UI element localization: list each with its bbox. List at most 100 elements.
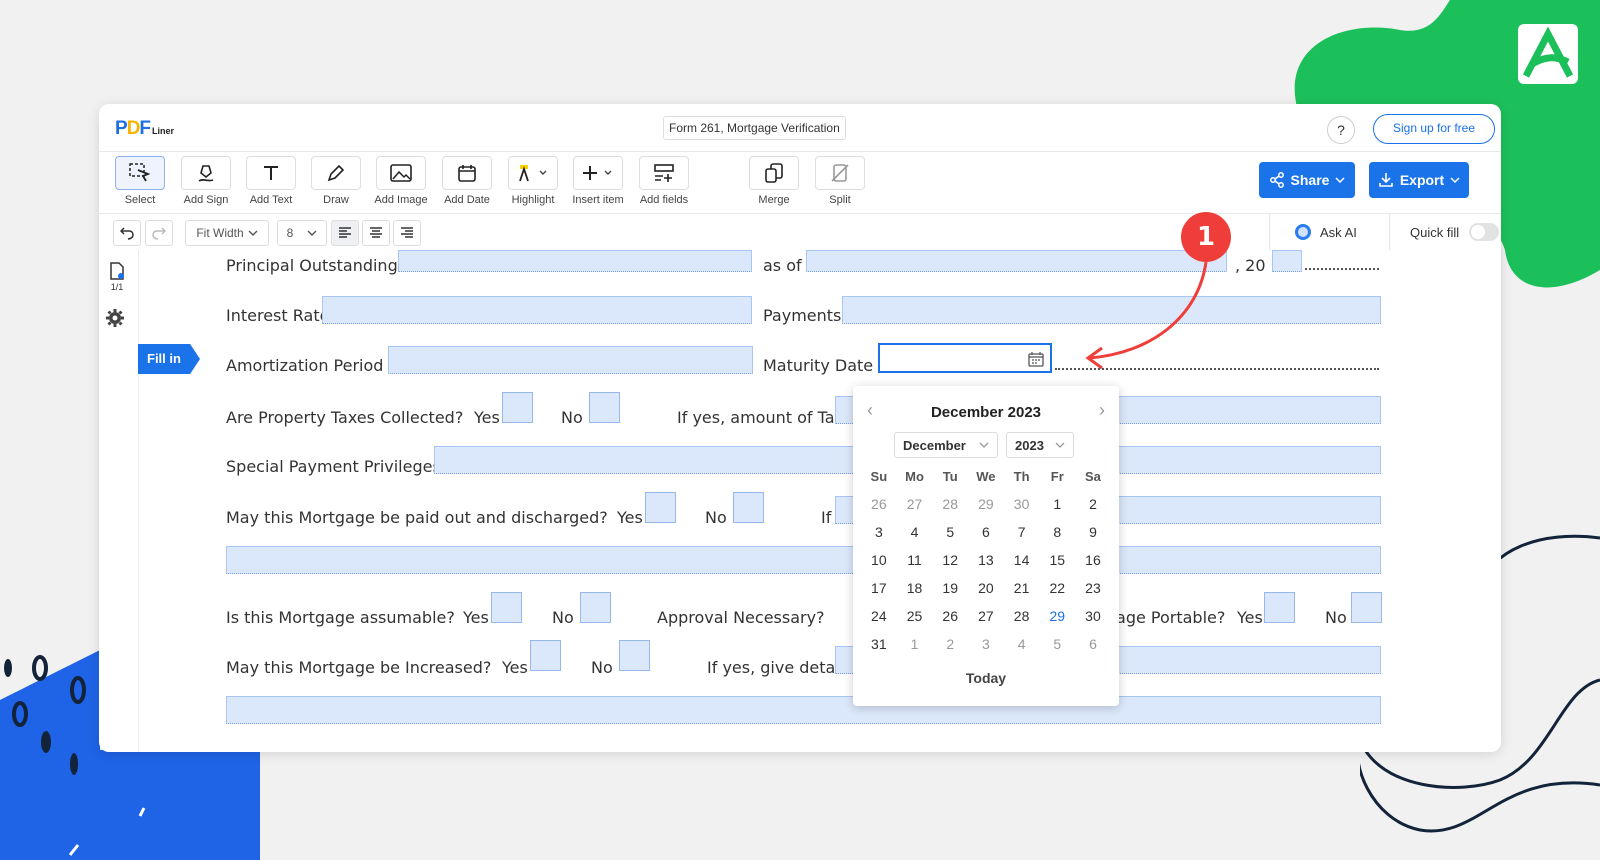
discharge-no-label: No: [705, 508, 727, 527]
align-center-button[interactable]: [362, 220, 390, 246]
calendar-day[interactable]: 3: [861, 518, 897, 546]
calendar-day[interactable]: 12: [932, 546, 968, 574]
tool-add-sign[interactable]: Add Sign: [179, 156, 233, 206]
tool-split[interactable]: Split: [813, 156, 867, 206]
assumable-no-checkbox[interactable]: [580, 592, 611, 623]
year-select[interactable]: 2023: [1006, 432, 1074, 458]
calendar-day[interactable]: 3: [968, 630, 1004, 658]
calendar-day[interactable]: 5: [1039, 630, 1075, 658]
calendar-day[interactable]: 23: [1075, 574, 1111, 602]
amortization-field[interactable]: [388, 346, 753, 374]
calendar-day[interactable]: 29: [968, 490, 1004, 518]
calendar-day[interactable]: 2: [1075, 490, 1111, 518]
calendar-day[interactable]: 21: [1004, 574, 1040, 602]
align-left-icon: [339, 227, 351, 238]
calendar-day[interactable]: 15: [1039, 546, 1075, 574]
interest-rate-field[interactable]: [322, 296, 752, 324]
portable-yes-checkbox[interactable]: [1264, 592, 1295, 623]
gear-icon[interactable]: [105, 308, 125, 328]
calendar-icon[interactable]: [1028, 351, 1044, 367]
pages-panel-button[interactable]: 1/1: [107, 262, 127, 292]
calendar-day[interactable]: 25: [897, 602, 933, 630]
calendar-day[interactable]: 28: [932, 490, 968, 518]
calendar-day[interactable]: 27: [897, 490, 933, 518]
calendar-day[interactable]: 4: [897, 518, 933, 546]
ask-ai-button[interactable]: Ask AI: [1269, 214, 1389, 250]
document-title[interactable]: Form 261, Mortgage Verification: [663, 116, 846, 140]
calendar-day[interactable]: 30: [1004, 490, 1040, 518]
calendar-day[interactable]: 28: [1004, 602, 1040, 630]
calendar-day[interactable]: 2: [932, 630, 968, 658]
calendar-day[interactable]: 31: [861, 630, 897, 658]
pdfliner-logo[interactable]: PDF Liner: [115, 118, 174, 140]
tool-merge[interactable]: Merge: [747, 156, 801, 206]
export-button[interactable]: Export: [1369, 162, 1469, 198]
portable-yes-label: Yes: [1237, 608, 1263, 627]
calendar-day[interactable]: 24: [861, 602, 897, 630]
quick-fill-toggle[interactable]: [1469, 223, 1500, 241]
chevron-down-icon: [248, 230, 258, 236]
calendar-day[interactable]: 17: [861, 574, 897, 602]
taxes-no-checkbox[interactable]: [589, 392, 620, 423]
calendar-day[interactable]: 5: [932, 518, 968, 546]
tool-select[interactable]: Select: [113, 156, 167, 206]
share-button[interactable]: Share: [1259, 162, 1355, 198]
calendar-day[interactable]: 22: [1039, 574, 1075, 602]
taxes-yes-checkbox[interactable]: [502, 392, 533, 423]
redo-button[interactable]: [145, 220, 173, 246]
calendar-day[interactable]: 18: [897, 574, 933, 602]
font-size-select[interactable]: 8: [277, 220, 327, 246]
discharge-yes-checkbox[interactable]: [645, 492, 676, 523]
calendar-day[interactable]: 19: [932, 574, 968, 602]
calendar-day[interactable]: 4: [1004, 630, 1040, 658]
calendar-day[interactable]: 9: [1075, 518, 1111, 546]
calendar-day[interactable]: 30: [1075, 602, 1111, 630]
discharge-no-checkbox[interactable]: [733, 492, 764, 523]
align-right-button[interactable]: [393, 220, 421, 246]
calendar-day[interactable]: 26: [932, 602, 968, 630]
increase-details-field-2[interactable]: [226, 696, 1381, 724]
calendar-day[interactable]: 8: [1039, 518, 1075, 546]
portable-no-checkbox[interactable]: [1351, 592, 1382, 623]
tool-add-fields[interactable]: Add fields: [637, 156, 691, 206]
increased-no-checkbox[interactable]: [619, 640, 650, 671]
calendar-day[interactable]: 20: [968, 574, 1004, 602]
tool-draw[interactable]: Draw: [309, 156, 363, 206]
quick-fill-control[interactable]: Quick fill: [1389, 214, 1501, 250]
increased-yes-checkbox[interactable]: [530, 640, 561, 671]
calendar-day[interactable]: 16: [1075, 546, 1111, 574]
tool-add-date[interactable]: Add Date: [440, 156, 494, 206]
next-month-button[interactable]: ›: [1099, 400, 1105, 421]
calendar-day[interactable]: 1: [897, 630, 933, 658]
help-button[interactable]: ?: [1327, 116, 1355, 144]
calendar-day-today[interactable]: 29: [1039, 602, 1075, 630]
calendar-day[interactable]: 1: [1039, 490, 1075, 518]
weekday-label: Su: [870, 469, 888, 484]
zoom-select[interactable]: Fit Width: [185, 220, 269, 246]
undo-button[interactable]: [113, 220, 141, 246]
align-left-button[interactable]: [331, 220, 359, 246]
tool-add-image[interactable]: Add Image: [374, 156, 428, 206]
calendar-day[interactable]: 11: [897, 546, 933, 574]
calendar-day[interactable]: 10: [861, 546, 897, 574]
month-select[interactable]: December: [894, 432, 998, 458]
assumable-yes-checkbox[interactable]: [491, 592, 522, 623]
calendar-day[interactable]: 27: [968, 602, 1004, 630]
calendar-day[interactable]: 7: [1004, 518, 1040, 546]
today-button[interactable]: Today: [853, 670, 1119, 686]
maturity-date-input[interactable]: [878, 343, 1052, 373]
sign-up-button[interactable]: Sign up for free: [1373, 114, 1495, 144]
year-field[interactable]: [1272, 250, 1302, 272]
pdf-editor-window: PDF Liner Form 261, Mortgage Verification…: [99, 104, 1501, 752]
calendar-day[interactable]: 14: [1004, 546, 1040, 574]
tool-add-text[interactable]: Add Text: [244, 156, 298, 206]
calendar-day[interactable]: 13: [968, 546, 1004, 574]
tool-highlight[interactable]: Highlight: [506, 156, 560, 206]
tool-insert-item[interactable]: Insert item: [571, 156, 625, 206]
step-badge: 1: [1181, 212, 1231, 262]
calendar-day[interactable]: 6: [968, 518, 1004, 546]
discharge-details-field-2[interactable]: [226, 546, 1381, 574]
calendar-day[interactable]: 6: [1075, 630, 1111, 658]
principal-field[interactable]: [398, 250, 752, 272]
calendar-day[interactable]: 26: [861, 490, 897, 518]
